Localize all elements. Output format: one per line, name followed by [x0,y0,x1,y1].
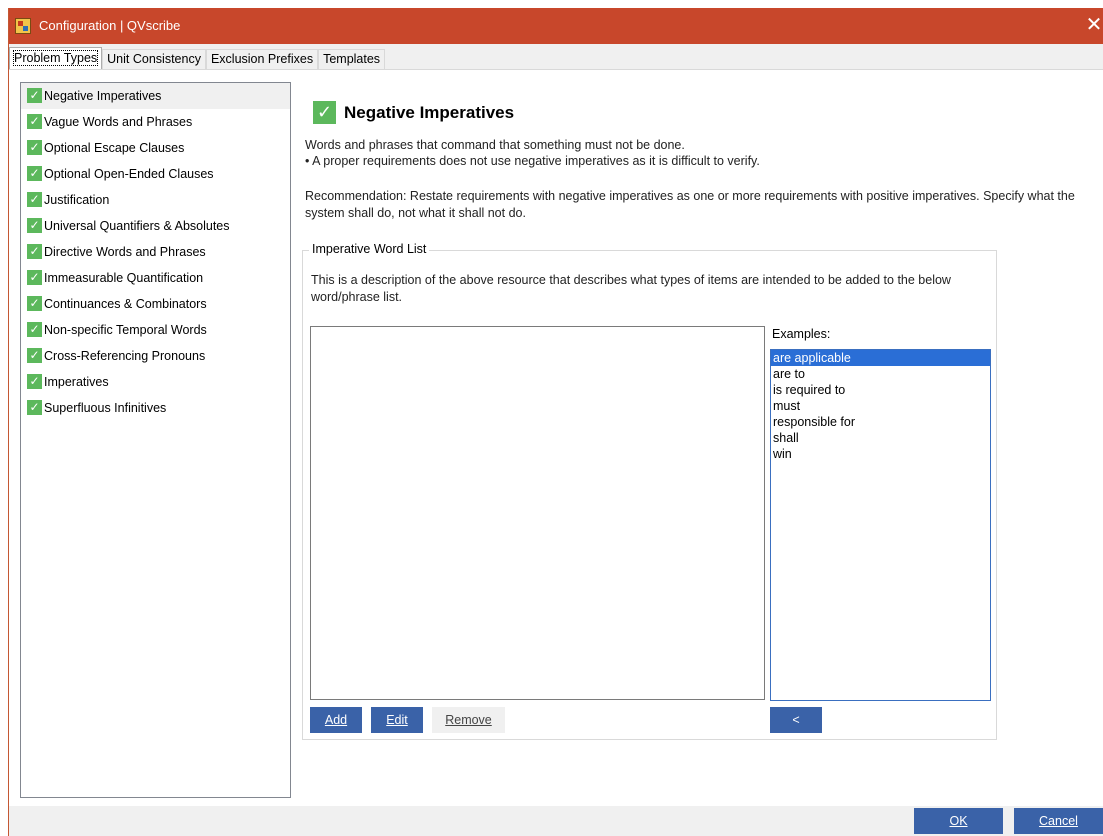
title-bar[interactable]: Configuration | QVscribe ✕ [9,8,1103,44]
tab-problem-types[interactable]: Problem Types [9,47,103,69]
problem-item-vague-words[interactable]: ✓ Vague Words and Phrases [21,109,290,135]
example-item[interactable]: is required to [771,382,990,398]
cancel-button[interactable]: Cancel [1014,808,1103,834]
check-icon[interactable]: ✓ [27,140,42,155]
problem-item-label: Immeasurable Quantification [44,271,204,285]
problem-item-imperatives[interactable]: ✓ Imperatives [21,369,290,395]
configuration-window: Configuration | QVscribe ✕ Problem Types… [8,8,1103,836]
check-icon[interactable]: ✓ [27,270,42,285]
group-legend: Imperative Word List [309,242,430,256]
description-bullet: • A proper requirements does not use neg… [305,154,760,168]
close-icon[interactable]: ✕ [1085,8,1103,44]
word-list-box[interactable] [310,326,765,700]
examples-label: Examples: [772,327,831,341]
problem-item-label: Continuances & Combinators [44,297,207,311]
problem-item-optional-open-ended-clauses[interactable]: ✓ Optional Open-Ended Clauses [21,161,290,187]
problem-item-label: Superfluous Infinitives [44,401,167,415]
detail-title: Negative Imperatives [344,103,515,122]
example-item[interactable]: responsible for [771,414,990,430]
tab-exclusion-prefixes[interactable]: Exclusion Prefixes [205,49,319,69]
example-item[interactable]: shall [771,430,990,446]
check-icon[interactable]: ✓ [27,218,42,233]
problem-item-immeasurable-quantification[interactable]: ✓ Immeasurable Quantification [21,265,290,291]
imperative-word-list-group: Imperative Word List This is a descripti… [302,242,997,740]
example-item[interactable]: are to [771,366,990,382]
description-line: Words and phrases that command that some… [305,138,685,152]
problem-item-negative-imperatives[interactable]: ✓ Negative Imperatives [21,83,290,109]
problem-item-cross-referencing-pronouns[interactable]: ✓ Cross-Referencing Pronouns [21,343,290,369]
window-title: Configuration | QVscribe [39,18,181,33]
ok-button[interactable]: OK [914,808,1003,834]
add-button[interactable]: Add [310,707,362,733]
problem-item-directive-words[interactable]: ✓ Directive Words and Phrases [21,239,290,265]
problem-item-label: Imperatives [44,375,109,389]
problem-item-label: Non-specific Temporal Words [44,323,207,337]
detail-description: Words and phrases that command that some… [305,137,1075,169]
enabled-check-icon[interactable]: ✓ [313,101,336,124]
app-icon [15,18,31,34]
check-icon[interactable]: ✓ [27,322,42,337]
recommendation-text: Recommendation: Restate requirements wit… [305,189,1075,220]
problem-item-universal-quantifiers[interactable]: ✓ Universal Quantifiers & Absolutes [21,213,290,239]
example-item[interactable]: win [771,446,990,462]
problem-item-label: Justification [44,193,110,207]
check-icon[interactable]: ✓ [27,296,42,311]
problem-item-justification[interactable]: ✓ Justification [21,187,290,213]
problem-item-label: Optional Open-Ended Clauses [44,167,214,181]
problem-item-non-specific-temporal[interactable]: ✓ Non-specific Temporal Words [21,317,290,343]
examples-list[interactable]: are applicable are to is required to mus… [770,349,991,701]
check-icon[interactable]: ✓ [27,244,42,259]
copy-example-button[interactable]: < [770,707,822,733]
tab-unit-consistency[interactable]: Unit Consistency [102,49,206,69]
remove-button[interactable]: Remove [432,707,505,733]
problem-item-continuances-combinators[interactable]: ✓ Continuances & Combinators [21,291,290,317]
example-item[interactable]: are applicable [771,350,990,366]
group-description: This is a description of the above resou… [311,273,951,304]
problem-item-label: Directive Words and Phrases [44,245,206,259]
check-icon[interactable]: ✓ [27,374,42,389]
problem-type-list[interactable]: ✓ Negative Imperatives ✓ Vague Words and… [20,82,291,798]
check-icon[interactable]: ✓ [27,114,42,129]
problem-item-label: Cross-Referencing Pronouns [44,349,206,363]
check-icon[interactable]: ✓ [27,400,42,415]
problem-item-superfluous-infinitives[interactable]: ✓ Superfluous Infinitives [21,395,290,421]
edit-button[interactable]: Edit [371,707,423,733]
check-icon[interactable]: ✓ [27,348,42,363]
problem-item-label: Optional Escape Clauses [44,141,185,155]
check-icon[interactable]: ✓ [27,166,42,181]
problem-item-optional-escape-clauses[interactable]: ✓ Optional Escape Clauses [21,135,290,161]
problem-item-label: Vague Words and Phrases [44,115,193,129]
problem-item-label: Negative Imperatives [44,89,162,103]
tab-strip: Problem Types Unit Consistency Exclusion… [9,47,386,69]
example-item[interactable]: must [771,398,990,414]
tab-templates[interactable]: Templates [318,49,386,69]
check-icon[interactable]: ✓ [27,192,42,207]
check-icon[interactable]: ✓ [27,88,42,103]
problem-item-label: Universal Quantifiers & Absolutes [44,219,230,233]
problem-types-panel: ✓ Negative Imperatives ✓ Vague Words and… [9,69,1103,806]
